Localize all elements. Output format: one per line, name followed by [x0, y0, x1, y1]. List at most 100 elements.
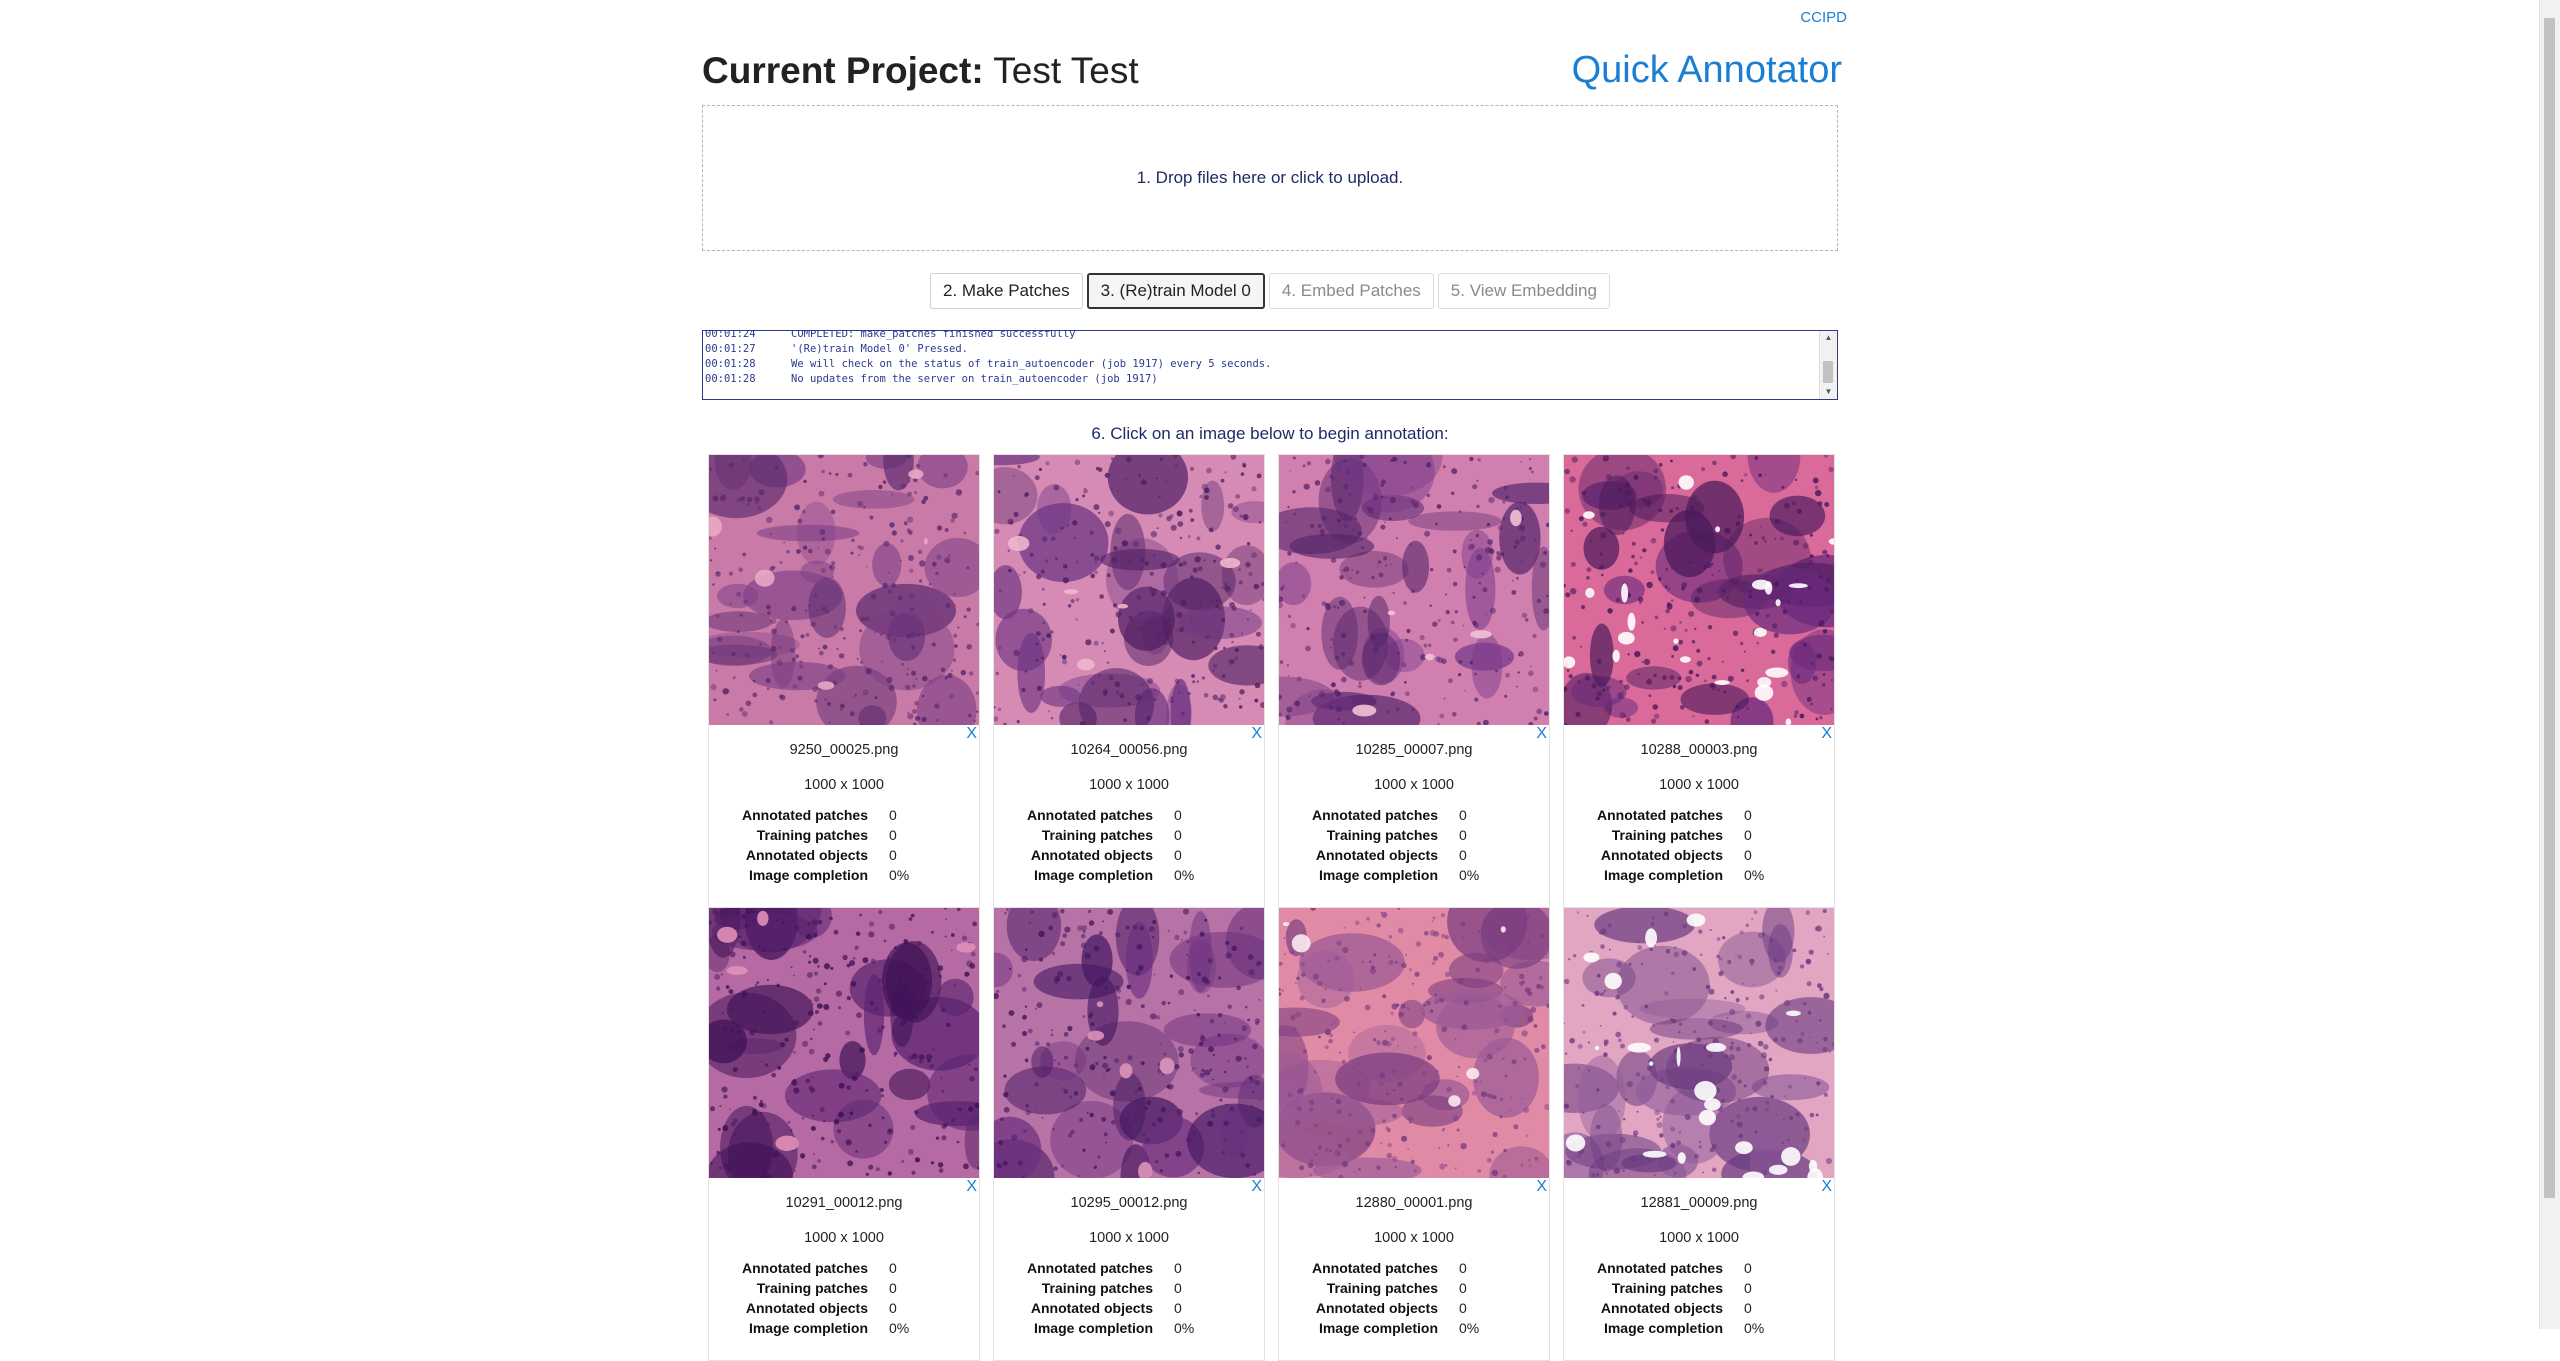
delete-image-icon[interactable]: X: [966, 725, 977, 743]
log-scroll-thumb[interactable]: [1823, 361, 1833, 383]
dropzone-prompt: 1. Drop files here or click to upload.: [1136, 168, 1404, 187]
image-filename: 12880_00001.png: [1355, 1195, 1473, 1211]
image-thumbnail[interactable]: [994, 455, 1264, 725]
image-card: X 12880_00001.png 1000 x 1000 Annotated pat…: [1278, 907, 1550, 1361]
stat-label: Annotated patches: [1311, 1260, 1438, 1276]
stat-label: Annotated objects: [1600, 847, 1723, 863]
page-scrollbar[interactable]: [2539, 0, 2560, 1329]
image-filename: 10295_00012.png: [1070, 1195, 1188, 1211]
make-patches-button[interactable]: 2. Make Patches: [930, 273, 1083, 309]
image-stats: Annotated patches 0 Training patches 0 Annot…: [994, 805, 1264, 885]
image-card: X 10291_00012.png 1000 x 1000 Annotated pat…: [708, 907, 980, 1361]
log-entry: 00:01:24 COMPLETED: make_patches finished…: [703, 331, 1819, 342]
stat-label: Annotated objects: [1315, 847, 1438, 863]
stat-row: Training patches 0: [994, 1278, 1264, 1298]
stat-row: Image completion 0%: [709, 865, 979, 885]
image-thumbnail[interactable]: [1564, 455, 1834, 725]
image-thumbnail[interactable]: [1279, 455, 1549, 725]
image-dimensions: 1000 x 1000: [1659, 777, 1739, 793]
stat-value: 0%: [1174, 1320, 1195, 1336]
delete-image-icon[interactable]: X: [1251, 1178, 1262, 1196]
image-thumbnail[interactable]: [1564, 908, 1834, 1178]
scroll-down-icon[interactable]: ▼: [1820, 385, 1837, 399]
stat-label: Image completion: [1318, 1320, 1438, 1336]
delete-image-icon[interactable]: X: [1536, 1178, 1547, 1196]
stat-label: Annotated objects: [1600, 1300, 1723, 1316]
stat-label: Annotated patches: [741, 807, 868, 823]
image-card: X 12881_00009.png 1000 x 1000 Annotated pat…: [1563, 907, 1835, 1361]
stat-value: 0: [1174, 1260, 1182, 1276]
stat-row: Image completion 0%: [994, 1318, 1264, 1338]
stat-label: Annotated objects: [745, 847, 868, 863]
stat-value: 0: [1459, 1260, 1467, 1276]
file-upload-dropzone[interactable]: 1. Drop files here or click to upload.: [702, 105, 1838, 251]
delete-image-icon[interactable]: X: [1821, 725, 1832, 743]
image-thumbnail[interactable]: [709, 908, 979, 1178]
stat-value: 0%: [1459, 867, 1480, 883]
image-dimensions: 1000 x 1000: [1374, 1230, 1454, 1246]
stat-value: 0: [1459, 1300, 1467, 1316]
delete-image-icon[interactable]: X: [966, 1178, 977, 1196]
view-embedding-button[interactable]: 5. View Embedding: [1437, 273, 1610, 309]
image-stats: Annotated patches 0 Training patches 0 Annot…: [1279, 1258, 1549, 1338]
image-dimensions: 1000 x 1000: [1659, 1230, 1739, 1246]
log-entry: 00:01:27 '(Re)train Model 0' Pressed.: [703, 342, 1819, 357]
image-card: X 9250_00025.png 1000 x 1000 Annotated patc…: [708, 454, 980, 908]
stat-value: 0: [889, 1280, 897, 1296]
stat-label: Training patches: [1326, 1280, 1438, 1296]
stat-value: 0: [1174, 807, 1182, 823]
retrain-model-button[interactable]: 3. (Re)train Model 0: [1086, 273, 1265, 309]
stat-label: Training patches: [756, 827, 868, 843]
stat-row: Annotated patches 0: [709, 1258, 979, 1278]
stat-label: Annotated objects: [1030, 847, 1153, 863]
stat-value: 0: [1174, 1300, 1182, 1316]
image-stats: Annotated patches 0 Training patches 0 Annot…: [709, 805, 979, 885]
image-filename: 10264_00056.png: [1070, 742, 1188, 758]
image-thumbnail[interactable]: [709, 455, 979, 725]
image-dimensions: 1000 x 1000: [1374, 777, 1454, 793]
image-thumbnail[interactable]: [994, 908, 1264, 1178]
delete-image-icon[interactable]: X: [1821, 1178, 1832, 1196]
delete-image-icon[interactable]: X: [1536, 725, 1547, 743]
image-thumbnail[interactable]: [1279, 908, 1549, 1178]
stat-row: Training patches 0: [1279, 825, 1549, 845]
workflow-toolbar: 2. Make Patches 3. (Re)train Model 0 4. …: [0, 273, 2540, 309]
stat-row: Annotated objects 0: [709, 845, 979, 865]
page-scroll-thumb[interactable]: [2544, 18, 2555, 1198]
image-filename: 9250_00025.png: [789, 742, 899, 758]
stat-label: Annotated patches: [1026, 807, 1153, 823]
stat-value: 0: [889, 807, 897, 823]
embed-patches-button[interactable]: 4. Embed Patches: [1268, 273, 1434, 309]
log-scrollbar[interactable]: ▲ ▼: [1819, 331, 1837, 399]
image-dimensions: 1000 x 1000: [804, 777, 884, 793]
stat-value: 0%: [1459, 1320, 1480, 1336]
stat-row: Image completion 0%: [1279, 865, 1549, 885]
log-entry: 00:01:28 We will check on the status of t…: [703, 357, 1819, 372]
delete-image-icon[interactable]: X: [1251, 725, 1262, 743]
stat-label: Annotated objects: [1030, 1300, 1153, 1316]
stat-value: 0%: [1744, 1320, 1765, 1336]
stat-row: Annotated patches 0: [994, 805, 1264, 825]
image-stats: Annotated patches 0 Training patches 0 Annot…: [994, 1258, 1264, 1338]
image-filename: 12881_00009.png: [1640, 1195, 1758, 1211]
ccipd-link[interactable]: CCIPD: [1800, 9, 1847, 26]
stat-row: Annotated objects 0: [1279, 845, 1549, 865]
stat-row: Annotated patches 0: [1279, 1258, 1549, 1278]
stat-label: Training patches: [1611, 1280, 1723, 1296]
stat-label: Annotated patches: [1596, 807, 1723, 823]
stat-label: Image completion: [1603, 1320, 1723, 1336]
stat-row: Image completion 0%: [1564, 1318, 1834, 1338]
stat-row: Annotated objects 0: [1279, 1298, 1549, 1318]
stat-value: 0%: [1174, 867, 1195, 883]
stat-row: Annotated objects 0: [994, 1298, 1264, 1318]
page-title-label: Current Project:: [702, 50, 984, 91]
stat-row: Image completion 0%: [994, 865, 1264, 885]
scroll-up-icon[interactable]: ▲: [1820, 331, 1837, 345]
quick-annotator-brand-link[interactable]: Quick Annotator: [1572, 49, 1842, 92]
stat-value: 0: [889, 847, 897, 863]
status-log[interactable]: 00:01:24 COMPLETED: make_patches finished…: [702, 330, 1838, 400]
stat-row: Training patches 0: [709, 1278, 979, 1298]
image-dimensions: 1000 x 1000: [1089, 777, 1169, 793]
stat-value: 0: [1744, 1280, 1752, 1296]
stat-value: 0: [1744, 1300, 1752, 1316]
